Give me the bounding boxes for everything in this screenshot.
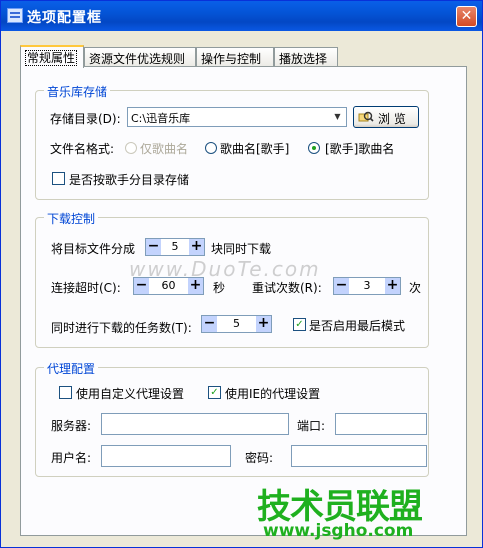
by-artist-label: 是否按歌手分目录存储 — [69, 173, 190, 187]
split-decrease-button[interactable]: − — [146, 239, 161, 255]
chevron-down-icon[interactable]: ▼ — [330, 109, 345, 125]
format-title-artist-radio[interactable] — [205, 142, 217, 154]
split-increase-button[interactable]: + — [189, 239, 204, 255]
username-label: 用户名: — [51, 451, 92, 465]
custom-proxy-label: 使用自定义代理设置 — [76, 387, 185, 401]
retry-decrease-button[interactable]: − — [334, 278, 349, 294]
tab-general[interactable]: 常规属性 — [20, 45, 84, 68]
tab-operation-control[interactable]: 操作与控制 — [196, 47, 274, 66]
password-input[interactable] — [291, 445, 427, 467]
storage-dir-combo[interactable]: C:\迅音乐库 ▼ — [127, 107, 347, 127]
fast-mode-checkbox[interactable]: ✓ — [293, 318, 306, 331]
split-value[interactable]: 5 — [161, 239, 189, 255]
format-title-artist-label: 歌曲名[歌手] — [220, 142, 290, 156]
tasks-label: 同时进行下载的任务数(T): — [51, 321, 192, 335]
browse-label: 浏 览 — [378, 112, 406, 126]
format-artist-title-label: [歌手]歌曲名 — [325, 142, 395, 156]
site-logo-url: www.jsgho.com — [263, 521, 414, 541]
server-label: 服务器: — [51, 419, 92, 433]
retry-label: 重试次数(R): — [252, 281, 322, 295]
custom-proxy-checkbox[interactable] — [59, 386, 72, 399]
split-prefix-label: 将目标文件分成 — [51, 242, 136, 256]
split-stepper[interactable]: − 5 + — [145, 238, 205, 256]
username-input[interactable] — [101, 445, 231, 467]
fast-mode-label: 是否启用最后模式 — [309, 319, 406, 333]
timeout-label: 连接超时(C): — [51, 281, 121, 295]
tab-resource-rules[interactable]: 资源文件优选规则 — [84, 47, 196, 66]
tasks-decrease-button[interactable]: − — [202, 316, 217, 332]
format-title-only-radio[interactable] — [125, 142, 137, 154]
password-label: 密码: — [245, 451, 274, 465]
close-button[interactable]: ✕ — [456, 6, 477, 27]
tasks-value[interactable]: 5 — [217, 316, 256, 332]
proxy-group-title: 代理配置 — [44, 360, 99, 377]
library-group-title: 音乐库存储 — [44, 83, 111, 100]
browse-button[interactable]: 浏 览 — [353, 106, 419, 128]
server-input[interactable] — [101, 413, 289, 435]
retry-unit: 次 — [409, 281, 422, 295]
download-group-title: 下载控制 — [44, 210, 99, 227]
storage-dir-label: 存储目录(D): — [50, 112, 121, 126]
tab-playback[interactable]: 播放选择 — [274, 47, 338, 66]
format-artist-title-radio[interactable] — [308, 142, 320, 154]
title-bar[interactable]: 选项配置框 ✕ — [1, 1, 482, 31]
ie-proxy-label: 使用IE的代理设置 — [225, 387, 321, 401]
window-title: 选项配置框 — [27, 10, 102, 26]
retry-value[interactable]: 3 — [349, 278, 385, 294]
split-suffix-label: 块同时下载 — [211, 242, 272, 256]
format-title-only-label: 仅歌曲名 — [140, 142, 189, 156]
radio-selected-dot — [312, 146, 316, 150]
filename-format-label: 文件名格式: — [50, 142, 115, 156]
port-label: 端口: — [297, 419, 326, 433]
tasks-increase-button[interactable]: + — [256, 316, 271, 332]
tasks-stepper[interactable]: − 5 + — [201, 315, 272, 333]
by-artist-checkbox[interactable] — [52, 172, 65, 185]
search-folder-icon — [358, 111, 374, 122]
timeout-unit: 秒 — [213, 281, 226, 295]
options-dialog: 选项配置框 ✕ 常规属性 资源文件优选规则 操作与控制 播放选择 音乐库存储 存… — [0, 0, 483, 548]
storage-dir-value: C:\迅音乐库 — [131, 112, 191, 125]
ie-proxy-checkbox[interactable]: ✓ — [208, 386, 221, 399]
port-input[interactable] — [335, 413, 427, 435]
window-icon — [7, 8, 23, 23]
retry-increase-button[interactable]: + — [385, 278, 400, 294]
general-tab-panel: 音乐库存储 存储目录(D): C:\迅音乐库 ▼ 浏 览 文件名格式: 仅歌曲名… — [20, 66, 467, 536]
retry-stepper[interactable]: − 3 + — [333, 277, 401, 295]
duote-watermark: www.DuoTe.com — [129, 257, 321, 281]
